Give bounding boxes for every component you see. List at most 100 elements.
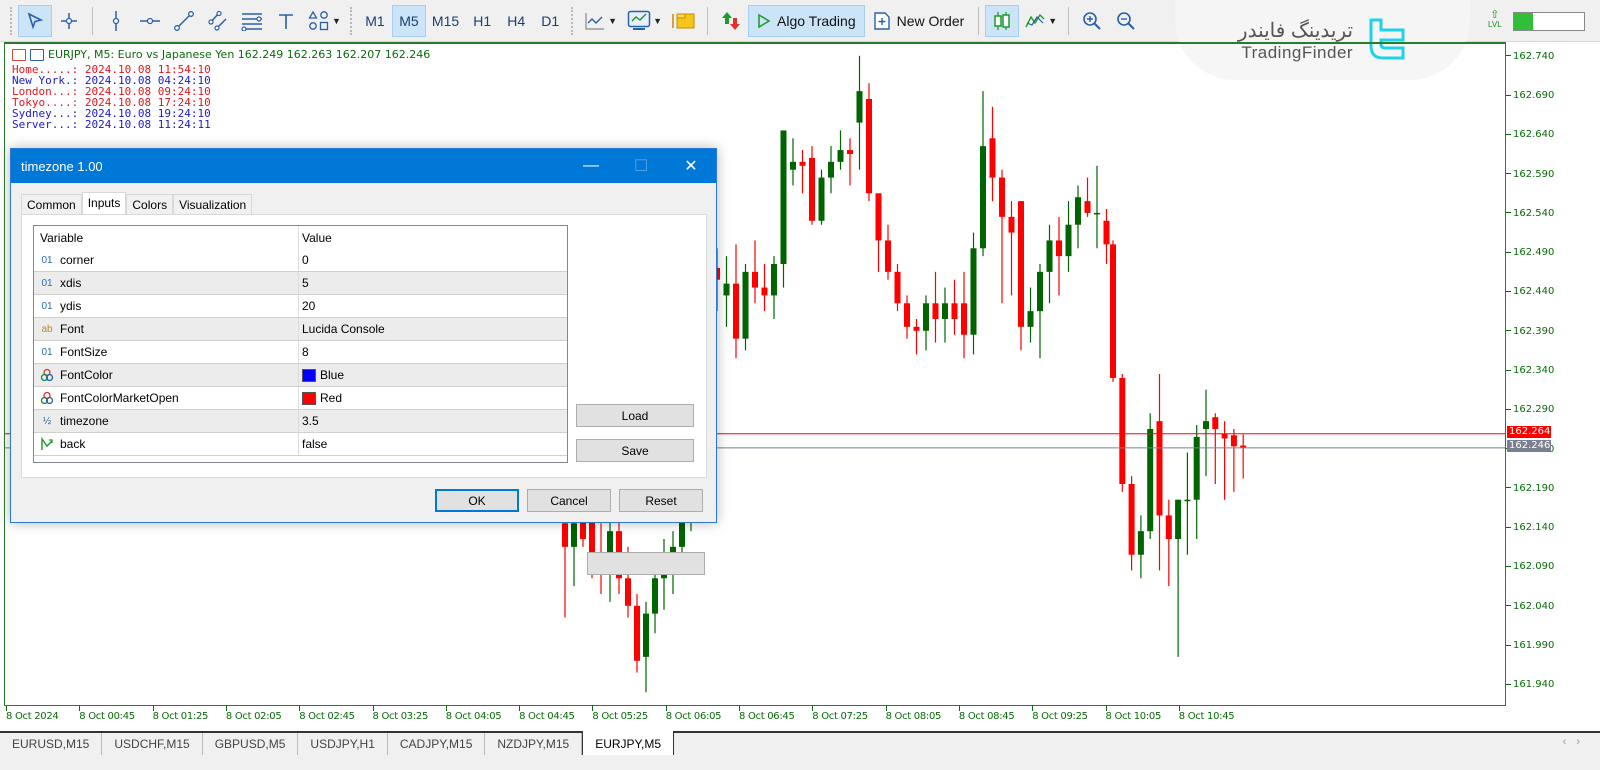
tab-visualization[interactable]: Visualization [173, 194, 253, 215]
symbol-tab-nzdjpy-m15[interactable]: NZDJPY,M15 [485, 733, 583, 755]
parameters-table: Variable Value 01 corner 0 01 xdis 5 01 ydis 20 a… [33, 225, 568, 463]
candle-body [652, 578, 658, 614]
param-variable-cell: 01 FontSize [34, 341, 299, 363]
line-chart-button[interactable]: ▼ [579, 5, 622, 37]
time-tick-label: 8 Oct 06:45 [739, 706, 795, 722]
symbol-tab-cadjpy-m15[interactable]: CADJPY,M15 [388, 733, 486, 755]
param-value-cell[interactable]: Lucida Console [299, 318, 567, 340]
candle-body [1212, 417, 1219, 429]
toolbar-grip[interactable] [10, 6, 14, 35]
symbol-tab-gbpusd-m5[interactable]: GBPUSD,M5 [203, 733, 299, 755]
templates-button[interactable] [667, 5, 701, 37]
load-button[interactable]: Load [576, 404, 694, 427]
candle [828, 146, 834, 194]
timezone-time: 2024.10.08 11:24:11 [84, 118, 211, 131]
tab-inputs[interactable]: Inputs [81, 192, 127, 216]
param-row-timezone[interactable]: ½ timezone 3.5 [34, 410, 567, 433]
param-value-cell[interactable]: 8 [299, 341, 567, 363]
toolbar-grip[interactable] [571, 6, 575, 35]
symbol-tab-usdjpy-h1[interactable]: USDJPY,H1 [298, 733, 388, 755]
candle [818, 169, 825, 225]
dialog-titlebar[interactable]: timezone 1.00 — ☐ ✕ [11, 149, 716, 183]
param-row-fontcolor[interactable]: FontColor Blue [34, 364, 567, 387]
text-tool-button[interactable] [269, 5, 303, 37]
timeframe-m5-button[interactable]: M5 [391, 4, 426, 37]
crosshair-tool-button[interactable] [52, 5, 86, 37]
param-value-cell[interactable]: 20 [299, 295, 567, 317]
param-row-fontsize[interactable]: 01 FontSize 8 [34, 341, 567, 364]
channel-button[interactable] [201, 5, 235, 37]
candle-body [1110, 244, 1116, 378]
timeframe-m1-button[interactable]: M1 [358, 5, 392, 37]
indicators-button[interactable]: ▼ [622, 5, 667, 37]
symbol-tab-usdchf-m15[interactable]: USDCHF,M15 [102, 733, 203, 755]
column-header-value[interactable]: Value [299, 226, 567, 249]
toolbar-grip[interactable] [349, 6, 354, 35]
chart-properties-icon[interactable] [30, 48, 44, 61]
time-tick-label: 8 Oct 01:25 [152, 706, 208, 722]
reset-button[interactable]: Reset [619, 489, 703, 512]
horizontal-line-button[interactable] [133, 5, 167, 37]
timeframe-h1-button[interactable]: H1 [465, 5, 499, 37]
trendline-button[interactable] [167, 5, 201, 37]
candle-body [970, 248, 977, 335]
param-value-cell[interactable]: false [299, 433, 567, 455]
candle-body [733, 283, 739, 339]
candle-body [932, 303, 939, 319]
param-row-ydis[interactable]: 01 ydis 20 [34, 295, 567, 318]
cursor-tool-button[interactable] [18, 4, 52, 37]
price-tick-label: 162.440 [1506, 286, 1554, 297]
zoom-out-button[interactable] [1109, 5, 1143, 37]
param-value-cell[interactable]: 3.5 [299, 410, 567, 432]
param-value-cell[interactable]: 0 [299, 249, 567, 271]
candle-body [885, 240, 891, 272]
close-button[interactable]: ✕ [666, 149, 716, 183]
indicator-list-button[interactable]: ▼ [1019, 5, 1062, 37]
param-row-font[interactable]: ab Font Lucida Console [34, 318, 567, 341]
timezone-clock-list: Home.....: 2024.10.08 11:54:10 New York.:… [12, 64, 211, 130]
time-tick-label: 8 Oct 2024 [6, 706, 59, 722]
save-button[interactable]: Save [576, 439, 694, 462]
price-axis[interactable]: 162.740 162.690 162.640 162.590 162.540 162.4… [1506, 42, 1600, 706]
candle [571, 515, 577, 587]
timeframe-h4-button[interactable]: H4 [499, 5, 533, 37]
timeframe-d1-button[interactable]: D1 [533, 5, 567, 37]
chart-symbol-tabs: EURUSD,M15 USDCHF,M15 GBPUSD,M5 USDJPY,H1 CA… [0, 731, 1600, 756]
new-order-button[interactable]: New Order [865, 5, 973, 37]
param-row-xdis[interactable]: 01 xdis 5 [34, 272, 567, 295]
candle [856, 55, 863, 170]
timeframe-m15-button[interactable]: M15 [426, 5, 465, 37]
scroll-right-icon[interactable]: › [1576, 736, 1580, 748]
ok-button[interactable]: OK [435, 489, 519, 512]
cancel-button[interactable]: Cancel [527, 489, 611, 512]
scroll-left-icon[interactable]: ‹ [1563, 736, 1567, 748]
tab-colors[interactable]: Colors [126, 194, 174, 215]
param-value-cell[interactable]: Red [299, 387, 567, 409]
fibonacci-button[interactable] [235, 5, 269, 37]
param-value-cell[interactable]: Blue [299, 364, 567, 386]
param-row-fontcolormarketopen[interactable]: FontColorMarketOpen Red [34, 387, 567, 410]
zoom-in-button[interactable] [1075, 5, 1109, 37]
trade-button[interactable] [714, 5, 748, 37]
symbol-tab-eurusd-m15[interactable]: EURUSD,M15 [0, 733, 103, 755]
chart-list-icon[interactable] [12, 48, 26, 61]
param-row-back[interactable]: back false [34, 433, 567, 456]
algo-trading-label: Algo Trading [777, 12, 856, 29]
candle [932, 271, 939, 343]
column-header-variable[interactable]: Variable [34, 226, 299, 249]
level-indicator[interactable]: ⇧ LVL [1488, 10, 1502, 30]
chart-header: EURJPY, M5: Euro vs Japanese Yen 162.249… [12, 48, 430, 61]
status-strip [0, 755, 1600, 770]
algo-trading-button[interactable]: Algo Trading [748, 4, 865, 37]
symbol-tab-eurjpy-m5[interactable]: EURJPY,M5 [582, 731, 674, 756]
shapes-button[interactable]: ▼ [303, 5, 346, 37]
time-axis[interactable]: 8 Oct 2024 8 Oct 00:45 8 Oct 01:25 8 Oct 02… [4, 706, 1506, 730]
param-row-corner[interactable]: 01 corner 0 [34, 249, 567, 272]
candlestick-chart-button[interactable] [985, 4, 1020, 37]
param-value-cell[interactable]: 5 [299, 272, 567, 294]
candle-body [625, 578, 631, 606]
minimize-button[interactable]: — [566, 149, 616, 183]
tab-common[interactable]: Common [21, 194, 82, 215]
candle [1027, 287, 1034, 343]
vertical-line-button[interactable] [99, 5, 133, 37]
